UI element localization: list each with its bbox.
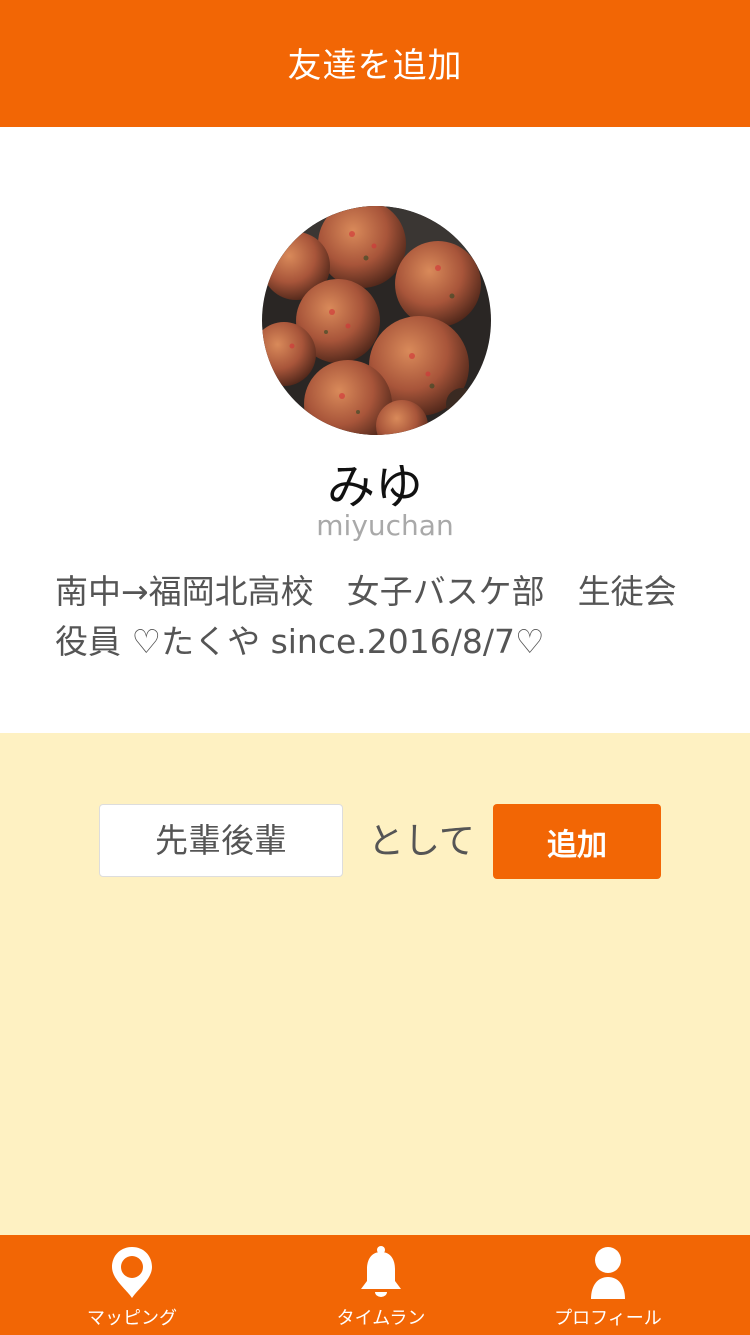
- avatar: [262, 206, 491, 435]
- tab-label: プロフィール: [554, 1308, 662, 1329]
- add-friend-panel: 先輩後輩 として 追加: [0, 733, 750, 1235]
- bottom-tab-bar: マッピング タイムラン プロフィール: [0, 1235, 750, 1335]
- relation-select[interactable]: 先輩後輩: [99, 804, 343, 877]
- tab-profile[interactable]: プロフィール: [508, 1235, 708, 1335]
- bell-icon: [361, 1246, 401, 1297]
- avatar-image: [262, 206, 491, 435]
- username: miyuchan: [316, 509, 454, 542]
- add-button[interactable]: 追加: [493, 804, 661, 879]
- profile-card: みゆ miyuchan 南中→福岡北高校 女子バスケ部 生徒会役員 ♡たくや s…: [0, 127, 750, 733]
- display-name: みゆ: [326, 459, 423, 515]
- profile-bio: 南中→福岡北高校 女子バスケ部 生徒会役員 ♡たくや since.2016/8/…: [55, 572, 677, 661]
- tab-timeline[interactable]: タイムラン: [281, 1235, 481, 1335]
- as-label: として: [368, 821, 475, 862]
- tab-mapping[interactable]: マッピング: [32, 1235, 232, 1335]
- tab-label: タイムラン: [336, 1308, 426, 1329]
- user-icon: [591, 1247, 625, 1299]
- map-pin-icon: [112, 1247, 152, 1298]
- page-title: 友達を追加: [287, 46, 463, 86]
- app-header: 友達を追加: [0, 0, 750, 127]
- tab-label: マッピング: [87, 1308, 177, 1329]
